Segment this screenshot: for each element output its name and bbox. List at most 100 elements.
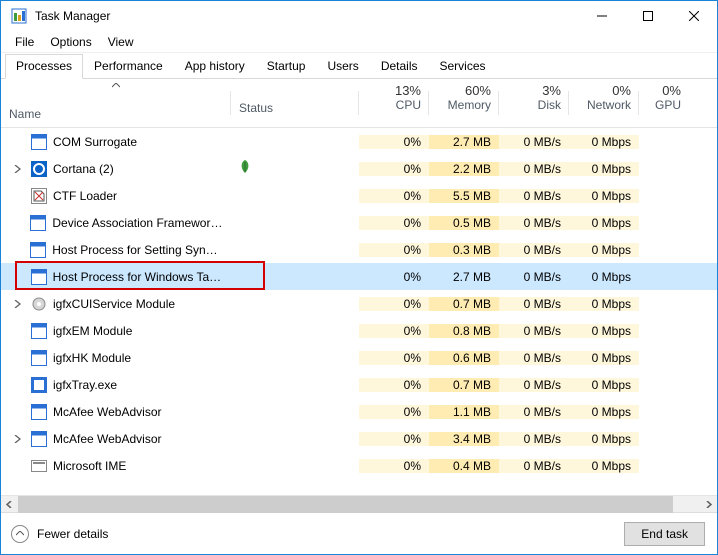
disk-cell: 0 MB/s: [499, 378, 569, 392]
mem-cell: 5.5 MB: [429, 189, 499, 203]
net-cell: 0 Mbps: [569, 405, 639, 419]
leaf-icon: [239, 160, 251, 177]
cpu-cell: 0%: [359, 297, 429, 311]
disk-cell: 0 MB/s: [499, 324, 569, 338]
col-header-gpu[interactable]: 0% GPU: [639, 79, 689, 127]
net-cell: 0 Mbps: [569, 297, 639, 311]
col-header-memory[interactable]: 60% Memory: [429, 79, 499, 127]
process-name: Host Process for Windows Tasks: [53, 270, 223, 284]
disk-cell: 0 MB/s: [499, 270, 569, 284]
process-name: Device Association Framework ...: [52, 216, 223, 230]
disk-cell: 0 MB/s: [499, 243, 569, 257]
mem-cell: 0.7 MB: [429, 378, 499, 392]
net-cell: 0 Mbps: [569, 162, 639, 176]
process-row[interactable]: igfxTray.exe0%0.7 MB0 MB/s0 Mbps: [1, 371, 717, 398]
scroll-thumb[interactable]: [18, 496, 673, 513]
disk-cell: 0 MB/s: [499, 216, 569, 230]
content-area: Name Status 13% CPU 60% Memory 3% Disk: [1, 79, 717, 554]
process-row[interactable]: Cortana (2)0%2.2 MB0 MB/s0 Mbps: [1, 155, 717, 182]
horizontal-scrollbar[interactable]: [1, 495, 717, 512]
col-header-cpu[interactable]: 13% CPU: [359, 79, 429, 127]
expand-chevron-icon[interactable]: [9, 435, 25, 443]
menu-view[interactable]: View: [100, 33, 142, 51]
process-row[interactable]: COM Surrogate0%2.7 MB0 MB/s0 Mbps: [1, 128, 717, 155]
exe-icon: [31, 431, 47, 447]
cpu-cell: 0%: [359, 162, 429, 176]
tray-icon: [31, 377, 47, 393]
mem-cell: 0.7 MB: [429, 297, 499, 311]
col-header-name[interactable]: Name: [1, 79, 231, 127]
process-row[interactable]: McAfee WebAdvisor0%1.1 MB0 MB/s0 Mbps: [1, 398, 717, 425]
process-name: igfxHK Module: [53, 351, 131, 365]
net-cell: 0 Mbps: [569, 324, 639, 338]
disk-cell: 0 MB/s: [499, 459, 569, 473]
ctf-icon: [31, 188, 47, 204]
close-button[interactable]: [671, 1, 717, 31]
disk-cell: 0 MB/s: [499, 189, 569, 203]
tab-users[interactable]: Users: [316, 54, 369, 79]
process-name: igfxTray.exe: [53, 378, 117, 392]
sort-indicator-icon: [9, 83, 223, 93]
disk-cell: 0 MB/s: [499, 297, 569, 311]
process-row[interactable]: Host Process for Setting Synchr...0%0.3 …: [1, 236, 717, 263]
col-header-disk[interactable]: 3% Disk: [499, 79, 569, 127]
exe-icon: [30, 242, 46, 258]
process-row[interactable]: igfxHK Module0%0.6 MB0 MB/s0 Mbps: [1, 344, 717, 371]
process-row[interactable]: igfxEM Module0%0.8 MB0 MB/s0 Mbps: [1, 317, 717, 344]
exe-icon: [30, 215, 46, 231]
app-icon: [11, 8, 27, 24]
mem-cell: 0.3 MB: [429, 243, 499, 257]
cpu-cell: 0%: [359, 324, 429, 338]
menu-file[interactable]: File: [7, 33, 42, 51]
cortana-icon: [31, 161, 47, 177]
scroll-track[interactable]: [18, 496, 700, 513]
cpu-cell: 0%: [359, 459, 429, 473]
tab-apphistory[interactable]: App history: [174, 54, 256, 79]
end-task-button[interactable]: End task: [624, 522, 705, 546]
process-grid: Name Status 13% CPU 60% Memory 3% Disk: [1, 79, 717, 495]
tab-performance[interactable]: Performance: [83, 54, 174, 79]
process-row[interactable]: Device Association Framework ...0%0.5 MB…: [1, 209, 717, 236]
tab-services[interactable]: Services: [429, 54, 497, 79]
cpu-cell: 0%: [359, 189, 429, 203]
net-cell: 0 Mbps: [569, 135, 639, 149]
exe-icon: [31, 404, 47, 420]
status-cell: [231, 160, 359, 177]
menu-options[interactable]: Options: [42, 33, 99, 51]
col-header-network[interactable]: 0% Network: [569, 79, 639, 127]
disk-cell: 0 MB/s: [499, 351, 569, 365]
process-name: McAfee WebAdvisor: [53, 432, 162, 446]
mem-cell: 2.2 MB: [429, 162, 499, 176]
process-row[interactable]: CTF Loader0%5.5 MB0 MB/s0 Mbps: [1, 182, 717, 209]
cpu-cell: 0%: [359, 243, 429, 257]
expand-chevron-icon[interactable]: [9, 165, 25, 173]
process-row[interactable]: Host Process for Windows Tasks0%2.7 MB0 …: [1, 263, 717, 290]
process-name: igfxEM Module: [53, 324, 132, 338]
cpu-cell: 0%: [359, 135, 429, 149]
cpu-cell: 0%: [359, 270, 429, 284]
net-cell: 0 Mbps: [569, 459, 639, 473]
process-row[interactable]: Microsoft IME0%0.4 MB0 MB/s0 Mbps: [1, 452, 717, 479]
exe-icon: [31, 323, 47, 339]
tab-details[interactable]: Details: [370, 54, 429, 79]
mem-cell: 2.7 MB: [429, 135, 499, 149]
minimize-button[interactable]: [579, 1, 625, 31]
fewer-details-toggle[interactable]: Fewer details: [11, 525, 108, 543]
col-header-status[interactable]: Status: [231, 79, 359, 127]
tab-startup[interactable]: Startup: [256, 54, 317, 79]
cpu-cell: 0%: [359, 432, 429, 446]
mem-cell: 0.6 MB: [429, 351, 499, 365]
exe-icon: [31, 269, 47, 285]
window-title: Task Manager: [35, 9, 579, 23]
disk-cell: 0 MB/s: [499, 135, 569, 149]
tab-processes[interactable]: Processes: [5, 54, 83, 79]
mem-cell: 0.5 MB: [429, 216, 499, 230]
net-cell: 0 Mbps: [569, 243, 639, 257]
scroll-right-button[interactable]: [700, 496, 717, 513]
scroll-left-button[interactable]: [1, 496, 18, 513]
expand-chevron-icon[interactable]: [9, 300, 25, 308]
net-cell: 0 Mbps: [569, 432, 639, 446]
process-row[interactable]: McAfee WebAdvisor0%3.4 MB0 MB/s0 Mbps: [1, 425, 717, 452]
process-row[interactable]: igfxCUIService Module0%0.7 MB0 MB/s0 Mbp…: [1, 290, 717, 317]
maximize-button[interactable]: [625, 1, 671, 31]
